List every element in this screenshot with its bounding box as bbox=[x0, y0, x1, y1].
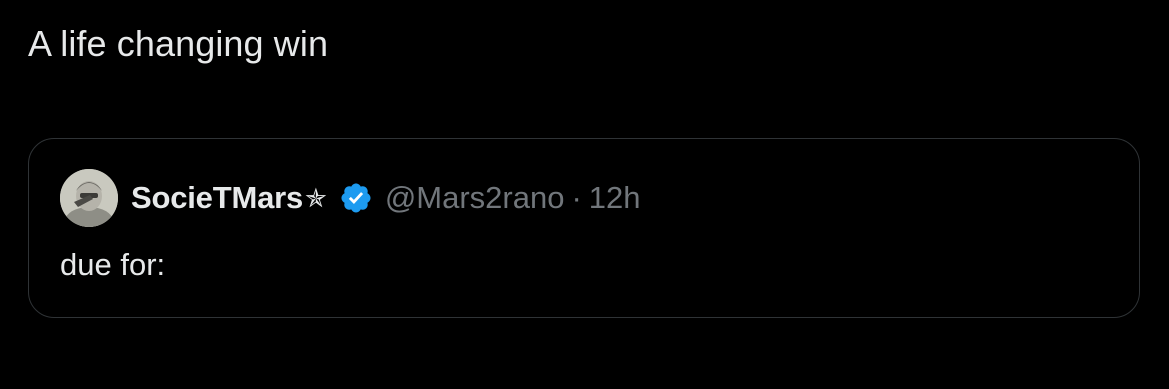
user-handle[interactable]: @Mars2rano bbox=[385, 180, 565, 216]
separator-dot: · bbox=[571, 180, 582, 215]
timestamp[interactable]: 12h bbox=[589, 180, 641, 216]
verified-badge-icon bbox=[339, 181, 373, 215]
avatar[interactable] bbox=[60, 169, 118, 227]
star-icon: ✯ bbox=[305, 182, 327, 213]
quoted-tweet-card[interactable]: SocieTMars ✯ @Mars2rano · 12h due for: bbox=[28, 138, 1140, 318]
tweet-text: A life changing win bbox=[28, 23, 329, 64]
quoted-tweet-header: SocieTMars ✯ @Mars2rano · 12h bbox=[60, 169, 641, 227]
quoted-tweet-text: due for: bbox=[60, 247, 166, 282]
display-name[interactable]: SocieTMars bbox=[131, 180, 303, 216]
